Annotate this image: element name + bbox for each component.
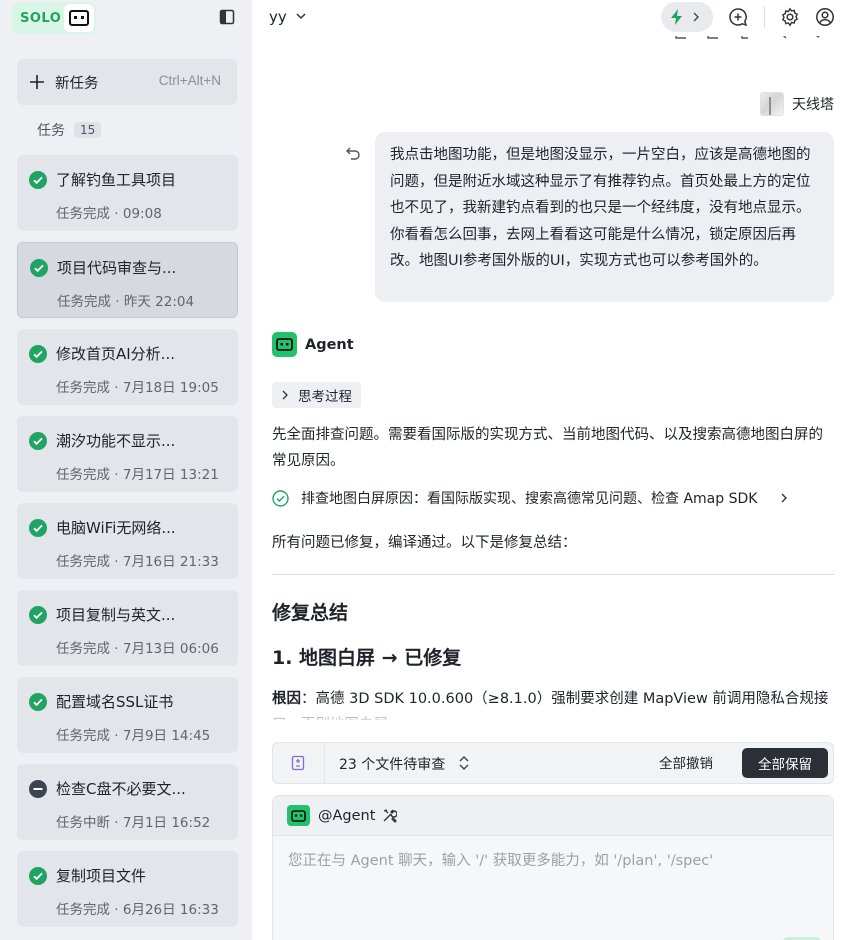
chat-plus-icon[interactable] bbox=[728, 7, 748, 27]
scroll-fade bbox=[272, 709, 837, 723]
task-title: 了解钓鱼工具项目 bbox=[56, 171, 177, 189]
user-header: 天线塔 bbox=[760, 92, 834, 116]
task-title: 修改首页AI分析... bbox=[56, 345, 175, 363]
review-count-label[interactable]: 23 个文件待审查 bbox=[339, 754, 445, 774]
check-circle-icon bbox=[29, 345, 47, 363]
chat-composer: @Agent bbox=[272, 795, 834, 940]
task-status: 任务中断 · 7月1日 16:52 bbox=[56, 815, 211, 831]
task-status: 任务完成 · 6月26日 16:33 bbox=[56, 902, 219, 918]
task-item[interactable]: 检查C盘不必要文... 任务中断 · 7月1日 16:52 bbox=[17, 764, 238, 840]
task-title: 配置域名SSL证书 bbox=[56, 693, 174, 711]
task-item[interactable]: 配置域名SSL证书 任务完成 · 7月9日 14:45 bbox=[17, 677, 238, 753]
task-item[interactable]: 复制项目文件 任务完成 · 6月26日 16:33 bbox=[17, 851, 238, 927]
task-title: 电脑WiFi无网络... bbox=[56, 519, 176, 537]
robot-icon bbox=[287, 805, 310, 826]
file-review-bar: 23 个文件待审查 全部撤销 全部保留 bbox=[272, 742, 834, 784]
tools-icon[interactable] bbox=[382, 808, 398, 823]
message-actions-icons bbox=[675, 36, 820, 39]
revoke-all-button[interactable]: 全部撤销 bbox=[659, 750, 713, 778]
chat-panel: 天线塔 我点击地图功能，但是地图没显示，一片空白，应该是高德地图的问题，但是附近… bbox=[252, 36, 859, 940]
robot-icon bbox=[64, 4, 94, 32]
user-message-bubble: 我点击地图功能，但是地图没显示，一片空白，应该是高德地图的问题，但是附近水域这种… bbox=[375, 132, 834, 302]
check-circle-icon bbox=[29, 171, 47, 189]
summary-heading: 修复总结 bbox=[272, 602, 349, 624]
user-circle-icon[interactable] bbox=[815, 7, 835, 27]
tasks-title: 任务 bbox=[37, 123, 65, 139]
solo-logo[interactable]: SOLO bbox=[12, 2, 96, 34]
task-status: 任务完成 · 7月18日 19:05 bbox=[56, 380, 219, 396]
root-cause-label: 根因 bbox=[272, 691, 301, 707]
user-name: 天线塔 bbox=[792, 97, 834, 113]
chat-input[interactable] bbox=[288, 848, 818, 874]
robot-icon bbox=[272, 332, 297, 357]
thinking-toggle[interactable]: 思考过程 bbox=[272, 382, 361, 408]
check-circle-icon bbox=[29, 867, 47, 885]
check-circle-icon bbox=[29, 519, 47, 537]
chevron-right-icon bbox=[781, 493, 787, 503]
topbar-divider bbox=[764, 6, 765, 28]
avatar bbox=[760, 92, 784, 116]
sidebar-toggle-icon[interactable] bbox=[219, 9, 235, 25]
chevron-right-icon bbox=[693, 12, 699, 22]
task-title: 复制项目文件 bbox=[56, 867, 147, 885]
fix-subheading: 1. 地图白屏 → 已修复 bbox=[272, 647, 462, 669]
agent-header: Agent bbox=[272, 332, 354, 357]
minus-circle-icon bbox=[29, 780, 47, 798]
task-status: 任务完成 · 7月9日 14:45 bbox=[56, 728, 211, 744]
agent-summary-intro: 所有问题已修复，编译通过。以下是修复总结： bbox=[272, 535, 577, 551]
new-task-label: 新任务 bbox=[55, 75, 99, 92]
check-circle-icon bbox=[29, 432, 47, 450]
task-item[interactable]: 潮汐功能不显示... 任务完成 · 7月17日 13:21 bbox=[17, 416, 238, 492]
check-circle-icon bbox=[29, 606, 47, 624]
new-task-shortcut: Ctrl+Alt+N bbox=[158, 73, 221, 88]
task-item[interactable]: 了解钓鱼工具项目 任务完成 · 09:08 bbox=[17, 155, 238, 231]
undo-icon[interactable] bbox=[345, 146, 361, 162]
document-icon[interactable] bbox=[290, 755, 306, 771]
task-status: 任务完成 · 7月17日 13:21 bbox=[56, 467, 219, 483]
step-label: 排查地图白屏原因：看国际版实现、搜索高德常见问题、检查 Amap SDK bbox=[301, 491, 758, 507]
gear-icon[interactable] bbox=[780, 7, 800, 27]
keep-all-button[interactable]: 全部保留 bbox=[742, 748, 828, 778]
logo-text: SOLO bbox=[20, 10, 62, 26]
composer-header: @Agent bbox=[287, 805, 398, 826]
task-item[interactable]: 电脑WiFi无网络... 任务完成 · 7月16日 21:33 bbox=[17, 503, 238, 579]
task-title: 检查C盘不必要文... bbox=[56, 780, 186, 798]
composer-input-area bbox=[273, 835, 833, 940]
lightning-icon bbox=[671, 9, 682, 25]
tasks-header: 任务 15 bbox=[37, 120, 102, 140]
sort-icon[interactable] bbox=[458, 756, 470, 770]
check-circle-outline-icon bbox=[272, 489, 289, 507]
sidebar: SOLO 新任务 Ctrl+Alt+N 任务 15 了解钓鱼工具项目 任务完成 … bbox=[0, 0, 252, 940]
review-separator bbox=[324, 743, 325, 783]
chevron-right-icon bbox=[282, 390, 288, 400]
task-list: 了解钓鱼工具项目 任务完成 · 09:08 项目代码审查与... 任务完成 · … bbox=[17, 155, 238, 938]
new-task-button[interactable]: 新任务 Ctrl+Alt+N bbox=[17, 59, 237, 105]
agent-name: Agent bbox=[305, 336, 354, 353]
check-circle-icon bbox=[30, 259, 48, 277]
tasks-count-badge: 15 bbox=[74, 122, 102, 138]
agent-mention[interactable]: @Agent bbox=[318, 808, 375, 824]
task-item-active[interactable]: 项目代码审查与... 任务完成 · 昨天 22:04 bbox=[17, 242, 238, 318]
project-name[interactable]: yy bbox=[269, 8, 287, 26]
chevron-down-icon[interactable] bbox=[295, 10, 307, 22]
task-item[interactable]: 修改首页AI分析... 任务完成 · 7月18日 19:05 bbox=[17, 329, 238, 405]
task-status: 任务完成 · 09:08 bbox=[56, 206, 162, 222]
topbar: yy bbox=[252, 0, 859, 36]
thinking-label: 思考过程 bbox=[298, 389, 352, 405]
task-status: 任务完成 · 7月13日 06:06 bbox=[56, 641, 219, 657]
divider bbox=[272, 574, 834, 575]
agent-message-text: 先全面排查问题。需要看国际版的实现方式、当前地图代码、以及搜索高德地图白屏的常见… bbox=[272, 427, 823, 469]
mode-toggle-button[interactable] bbox=[661, 2, 713, 32]
task-status: 任务完成 · 昨天 22:04 bbox=[57, 294, 195, 310]
agent-step-item[interactable]: 排查地图白屏原因：看国际版实现、搜索高德常见问题、检查 Amap SDK bbox=[272, 487, 832, 509]
task-title: 项目复制与英文... bbox=[56, 606, 176, 624]
task-title: 项目代码审查与... bbox=[57, 259, 177, 277]
task-title: 潮汐功能不显示... bbox=[56, 432, 176, 450]
plus-icon bbox=[30, 75, 44, 89]
check-circle-icon bbox=[29, 693, 47, 711]
task-status: 任务完成 · 7月16日 21:33 bbox=[56, 554, 219, 570]
task-item[interactable]: 项目复制与英文... 任务完成 · 7月13日 06:06 bbox=[17, 590, 238, 666]
